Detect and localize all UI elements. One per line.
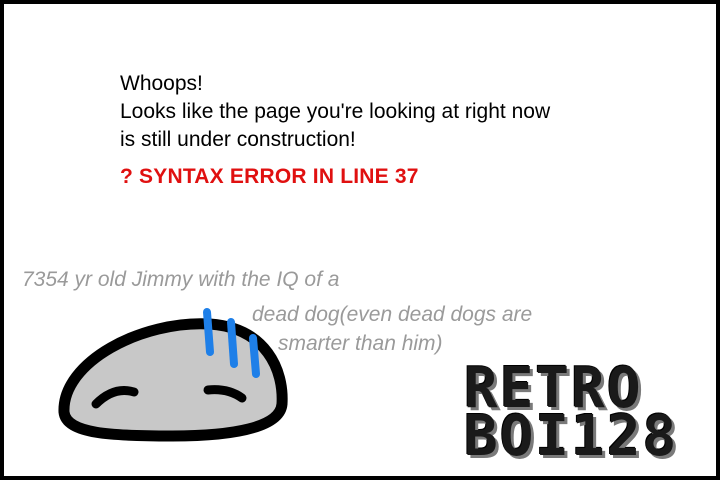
construction-message: Whoops! Looks like the page you're looki… — [120, 70, 680, 154]
page-frame: Whoops! Looks like the page you're looki… — [0, 0, 720, 480]
caption-line-1: 7354 yr old Jimmy with the IQ of a — [22, 268, 340, 291]
caption-line-3: smarter than him) — [278, 332, 443, 355]
logo-line-2: BOI128 — [464, 404, 679, 469]
syntax-error-text: ? SYNTAX ERROR IN LINE 37 — [120, 165, 419, 188]
message-line-3: is still under construction! — [120, 128, 356, 151]
message-line-2: Looks like the page you're looking at ri… — [120, 100, 551, 123]
message-line-1: Whoops! — [120, 72, 203, 95]
blob-character — [58, 308, 288, 442]
retro-boi-logo: RETRO BOI128 — [464, 361, 706, 469]
caption-line-2: dead dog(even dead dogs are — [252, 303, 533, 326]
